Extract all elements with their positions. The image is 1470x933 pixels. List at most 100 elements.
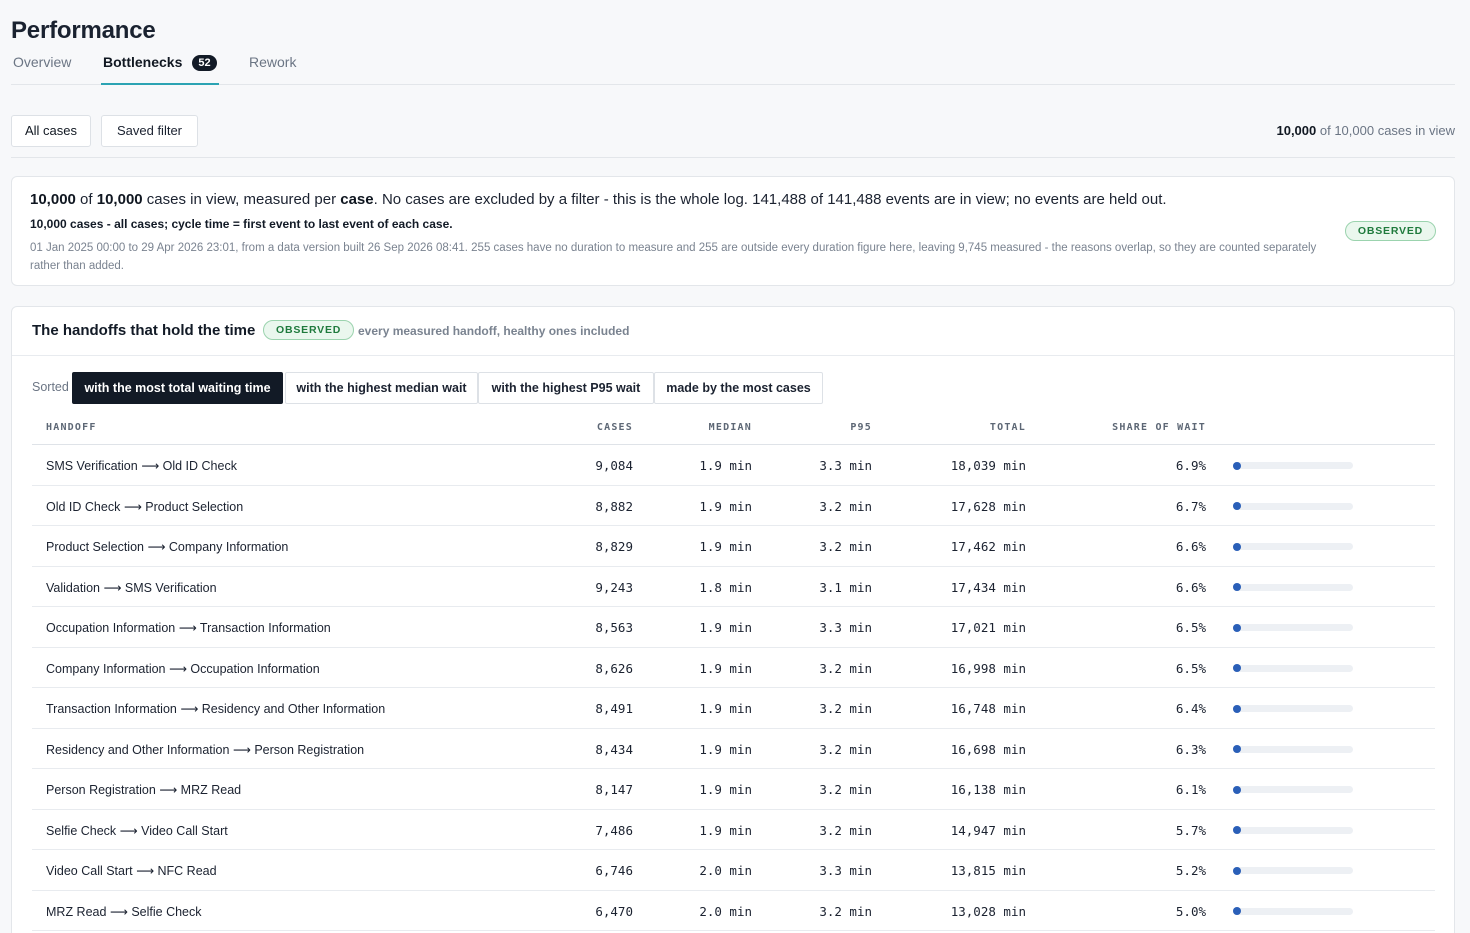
column-median[interactable]: MEDIAN: [709, 422, 752, 433]
handoff-to: Transaction Information: [199, 621, 331, 635]
summary-detail: 01 Jan 2025 00:00 to 29 Apr 2026 23:01, …: [30, 242, 1317, 272]
summary-rest: . No cases are excluded by a filter - th…: [373, 191, 1167, 208]
handoffs-title: The handoffs that hold the time: [32, 322, 256, 339]
table-row[interactable]: Company Information ⟶ Occupation Informa…: [32, 648, 1435, 688]
table-row[interactable]: Validation ⟶ SMS Verification 9,243 1.8 mi…: [32, 567, 1435, 607]
handoff-cell: Residency and Other Information ⟶ Person…: [46, 742, 364, 757]
sort-total-wait-button[interactable]: with the most total waiting time: [72, 372, 283, 404]
table-row[interactable]: Selfie Check ⟶ Video Call Start 7,486 1.9 …: [32, 810, 1435, 850]
sort-median-wait-button[interactable]: with the highest median wait: [285, 372, 478, 404]
table-row[interactable]: Old ID Check ⟶ Product Selection 8,882 1.9…: [32, 486, 1435, 526]
total-cell: 17,628 min: [950, 498, 1026, 514]
tab-bar: Overview Bottlenecks 52 Rework: [11, 50, 1455, 85]
share-bar-marker: [1233, 785, 1241, 794]
handoff-cell: Company Information ⟶ Occupation Informa…: [46, 661, 320, 676]
share-cell: 5.2%: [1175, 863, 1206, 878]
total-cell: 13,815 min: [950, 863, 1026, 878]
share-bar-marker: [1233, 704, 1241, 713]
cases-in-view-count: 10,000: [1276, 123, 1317, 138]
summary-unit: case: [340, 191, 374, 208]
total-cell: 14,947 min: [950, 822, 1026, 838]
cases-cell: 9,084: [595, 458, 633, 473]
cases-cell: 8,563: [595, 620, 633, 635]
cases-in-view: 10,000 of 10,000 cases in view: [1276, 123, 1455, 138]
p95-cell: 3.2 min: [819, 498, 872, 514]
handoff-cell: Validation ⟶ SMS Verification: [46, 580, 217, 595]
column-cases[interactable]: CASES: [597, 422, 633, 433]
summary-definition: 10,000 cases - all cases; cycle time = f…: [30, 217, 453, 231]
observed-badge: OBSERVED: [1344, 221, 1436, 241]
share-cell: 6.5%: [1175, 660, 1206, 676]
handoff-cell: MRZ Read ⟶ Selfie Check: [46, 904, 202, 919]
summary-of: of: [75, 191, 97, 208]
table-row[interactable]: Transaction Information ⟶ Residency and …: [32, 688, 1435, 729]
tab-bottlenecks[interactable]: Bottlenecks 52: [101, 54, 219, 85]
tab-overview[interactable]: Overview: [13, 54, 71, 85]
saved-filter-button[interactable]: Saved filter: [101, 115, 198, 147]
share-bar: [1233, 826, 1353, 834]
share-bar: [1233, 542, 1353, 551]
share-bar: [1233, 461, 1353, 470]
handoff-to: Old ID Check: [162, 459, 237, 473]
sort-most-cases-button[interactable]: made by the most cases: [654, 372, 823, 404]
tab-label: Bottlenecks: [103, 54, 183, 70]
tab-rework[interactable]: Rework: [249, 54, 296, 85]
median-cell: 1.9 min: [699, 782, 752, 797]
table-row[interactable]: Product Selection ⟶ Company Information 8…: [32, 526, 1435, 567]
table-row[interactable]: Residency and Other Information ⟶ Person…: [32, 729, 1435, 769]
p95-cell: 3.2 min: [819, 701, 872, 716]
table-row[interactable]: Person Registration ⟶ MRZ Read 8,147 1.9 m…: [32, 769, 1435, 810]
cases-cell: 8,829: [595, 539, 633, 554]
handoff-cell: Selfie Check ⟶ Video Call Start: [46, 823, 228, 838]
share-cell: 6.6%: [1175, 579, 1206, 595]
arrow-icon: ⟶: [232, 742, 251, 757]
median-cell: 1.9 min: [699, 822, 752, 838]
handoff-cell: SMS Verification ⟶ Old ID Check: [46, 458, 237, 473]
summary-card: 10,000 of 10,000 cases in view, measured…: [11, 176, 1455, 286]
handoff-from: Product Selection: [46, 540, 144, 554]
handoff-from: MRZ Read: [46, 904, 107, 919]
arrow-icon: ⟶: [109, 904, 128, 919]
share-bar: [1233, 907, 1353, 915]
share-bar-marker: [1233, 583, 1241, 591]
total-cell: 16,998 min: [950, 660, 1026, 676]
table-header: HANDOFF CASES MEDIAN P95 TOTAL SHARE OF …: [32, 413, 1435, 445]
column-total[interactable]: TOTAL: [990, 422, 1026, 433]
median-cell: 2.0 min: [699, 863, 752, 878]
table-row[interactable]: Occupation Information ⟶ Transaction Inf…: [32, 607, 1435, 648]
table-row[interactable]: Video Call Start ⟶ NFC Read 6,746 2.0 min 3…: [32, 850, 1435, 891]
sorted-label: Sorted: [32, 380, 69, 394]
handoff-to: SMS Verification: [124, 580, 217, 595]
column-handoff[interactable]: HANDOFF: [46, 422, 97, 433]
column-share-of-wait[interactable]: SHARE OF WAIT: [1112, 422, 1206, 433]
share-bar-marker: [1233, 623, 1241, 632]
share-cell: 6.9%: [1175, 458, 1206, 473]
median-cell: 1.9 min: [699, 620, 752, 635]
arrow-icon: ⟶: [180, 702, 199, 716]
table-row[interactable]: MRZ Read ⟶ Selfie Check 6,470 2.0 min 3.2 m…: [32, 891, 1435, 931]
share-bar-marker: [1233, 461, 1241, 470]
total-cell: 17,462 min: [950, 539, 1026, 554]
sort-p95-wait-button[interactable]: with the highest P95 wait: [478, 372, 654, 404]
arrow-icon: ⟶: [147, 540, 166, 554]
share-bar: [1233, 785, 1353, 794]
summary-cases-in-view: 10,000: [30, 191, 76, 208]
p95-cell: 3.2 min: [819, 822, 872, 838]
all-cases-button[interactable]: All cases: [11, 115, 91, 147]
handoff-to: MRZ Read: [180, 783, 242, 797]
share-bar-marker: [1233, 866, 1241, 875]
cases-cell: 7,486: [595, 822, 633, 838]
cases-cell: 8,147: [595, 782, 633, 797]
p95-cell: 3.2 min: [819, 782, 872, 797]
column-p95[interactable]: P95: [850, 422, 872, 433]
handoff-from: SMS Verification: [46, 459, 138, 473]
share-cell: 6.3%: [1175, 741, 1206, 757]
cases-cell: 8,626: [595, 660, 633, 676]
table-body: SMS Verification ⟶ Old ID Check 9,084 1.9 …: [32, 445, 1435, 931]
table-row[interactable]: SMS Verification ⟶ Old ID Check 9,084 1.9 …: [32, 445, 1435, 486]
p95-cell: 3.3 min: [819, 620, 872, 635]
handoff-to: Person Registration: [254, 742, 365, 757]
observed-badge: OBSERVED: [263, 320, 355, 340]
summary-measured-per: cases in view, measured per: [142, 191, 341, 208]
arrow-icon: ⟶: [123, 499, 142, 514]
